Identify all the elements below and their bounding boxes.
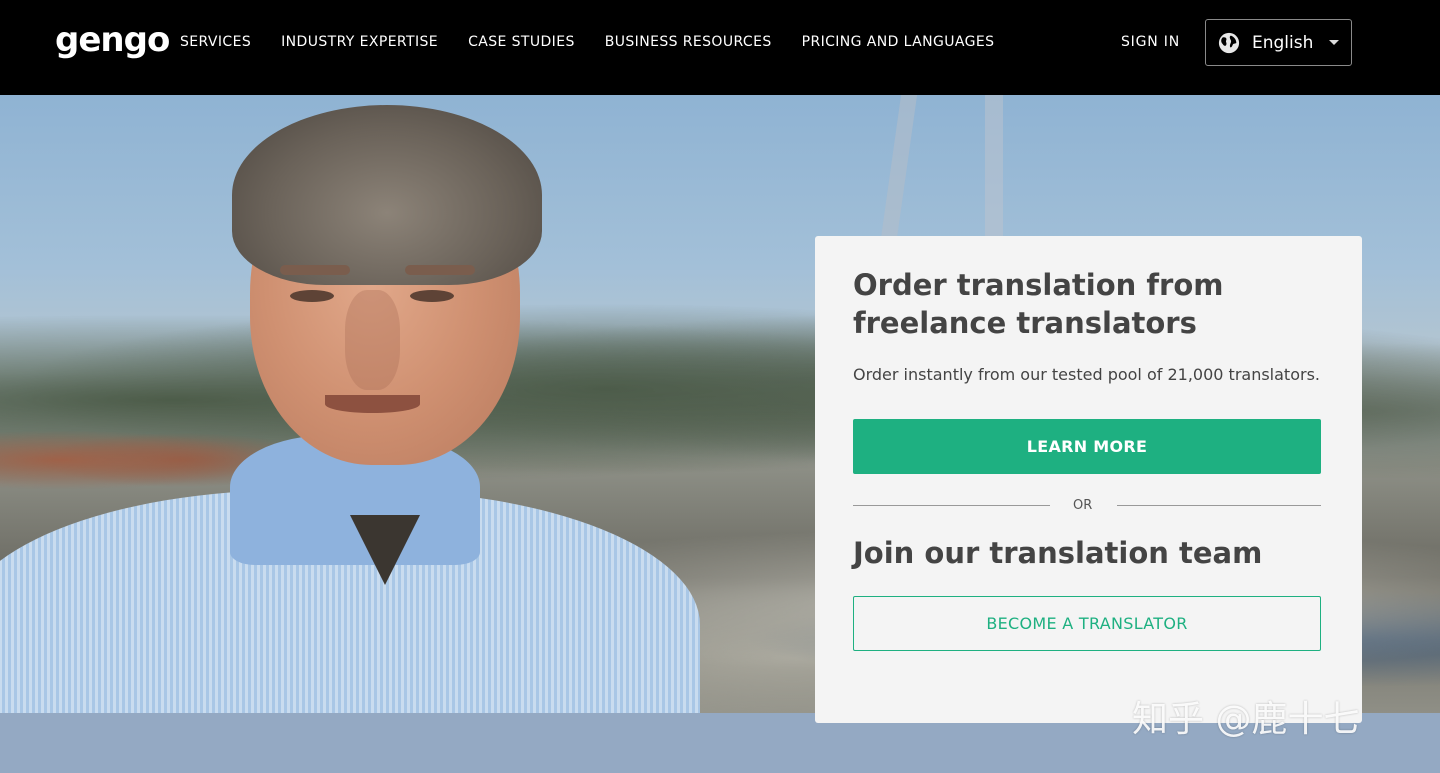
- main-nav: SERVICES INDUSTRY EXPERTISE CASE STUDIES…: [180, 34, 1024, 50]
- nav-business-resources[interactable]: BUSINESS RESOURCES: [605, 34, 772, 50]
- nav-case-studies[interactable]: CASE STUDIES: [468, 34, 575, 50]
- watermark: 知乎 @鹿十七: [1132, 699, 1360, 740]
- chevron-down-icon: [1329, 40, 1339, 45]
- nav-pricing-and-languages[interactable]: PRICING AND LANGUAGES: [802, 34, 995, 50]
- card-title: Order translation from freelance transla…: [853, 268, 1224, 340]
- or-divider: OR: [853, 498, 1321, 514]
- cta-card: Order translation from freelance transla…: [815, 236, 1362, 723]
- or-label: OR: [1073, 498, 1093, 513]
- join-team-heading: Join our translation team: [853, 536, 1263, 570]
- nav-services[interactable]: SERVICES: [180, 34, 251, 50]
- sign-in-link[interactable]: SIGN IN: [1121, 34, 1180, 50]
- language-selector[interactable]: English: [1205, 19, 1352, 66]
- nav-industry-expertise[interactable]: INDUSTRY EXPERTISE: [281, 34, 438, 50]
- become-translator-button[interactable]: BECOME A TRANSLATOR: [853, 596, 1321, 651]
- top-navigation-bar: gengo SERVICES INDUSTRY EXPERTISE CASE S…: [0, 0, 1440, 95]
- globe-icon: [1218, 32, 1240, 53]
- language-label: English: [1252, 32, 1314, 53]
- learn-more-button[interactable]: LEARN MORE: [853, 419, 1321, 474]
- hero-person-photo: [0, 95, 720, 713]
- gengo-logo[interactable]: gengo: [55, 20, 170, 60]
- card-subtitle: Order instantly from our tested pool of …: [853, 365, 1320, 384]
